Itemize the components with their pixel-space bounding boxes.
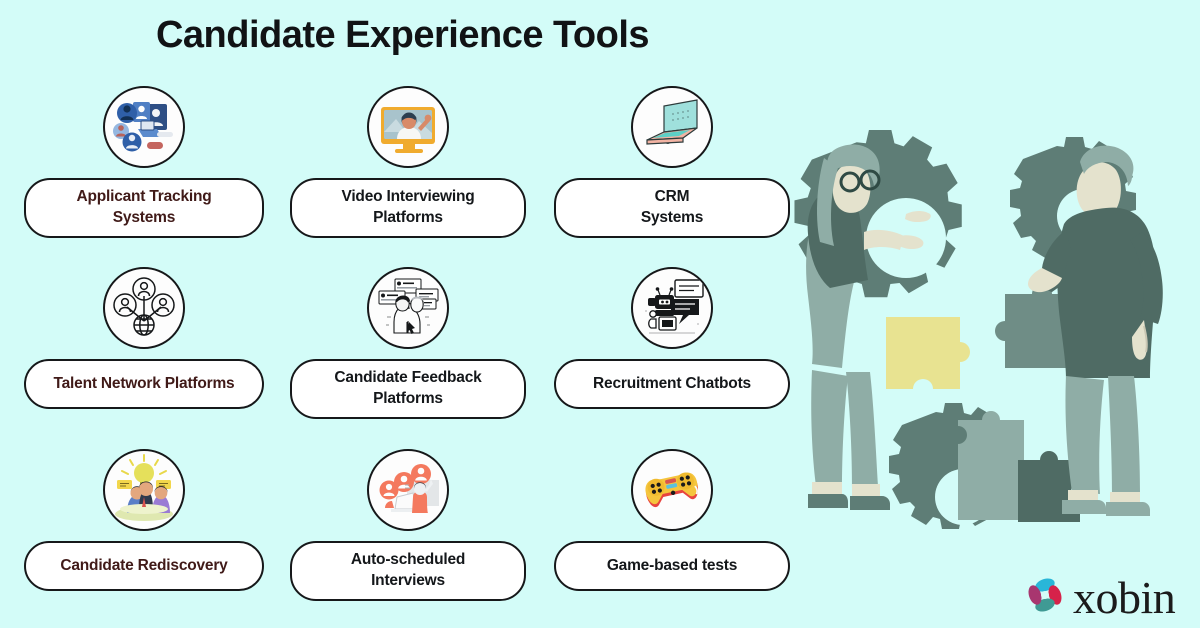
- tool-label: Recruitment Chatbots: [554, 359, 790, 409]
- tool-label-line2: Systems: [640, 208, 704, 226]
- tool-cell-game-based-tests[interactable]: Game-based tests: [540, 449, 804, 591]
- tool-label-line1: Video Interviewing: [341, 188, 475, 205]
- tool-label: Applicant Tracking Systems: [24, 178, 264, 238]
- page-title: Candidate Experience Tools: [155, 14, 650, 56]
- crm-laptop-icon: [631, 86, 713, 168]
- candidate-feedback-icon: [367, 267, 449, 349]
- tool-cell-candidate-rediscovery[interactable]: Candidate Rediscovery: [12, 449, 276, 591]
- game-based-tests-icon: [631, 449, 713, 531]
- tool-label: Auto-scheduled Interviews: [290, 541, 526, 601]
- tool-cell-recruitment-chatbots[interactable]: Recruitment Chatbots: [540, 267, 804, 409]
- tool-label-line1: Recruitment Chatbots: [593, 374, 751, 392]
- tool-label-line1: CRM: [654, 188, 690, 205]
- tool-label: Talent Network Platforms: [24, 359, 264, 409]
- tool-cell-crm-systems[interactable]: CRM Systems: [540, 86, 804, 238]
- tool-label-line2: Platforms: [373, 208, 443, 226]
- tool-label: Candidate Feedback Platforms: [290, 359, 526, 419]
- tool-cell-talent-network-platforms[interactable]: Talent Network Platforms: [12, 267, 276, 409]
- tool-label-line2: Platforms: [373, 389, 443, 407]
- tool-label: Game-based tests: [554, 541, 790, 591]
- tool-label: Candidate Rediscovery: [24, 541, 264, 591]
- tool-label: CRM Systems: [554, 178, 790, 238]
- tool-cell-candidate-feedback-platforms[interactable]: Candidate Feedback Platforms: [276, 267, 540, 419]
- tool-label-line2: Systems: [112, 208, 176, 226]
- xobin-pinwheel-mark: [1024, 574, 1066, 621]
- applicant-tracking-systems-icon: [103, 86, 185, 168]
- tool-label-line1: Auto-scheduled: [350, 551, 466, 568]
- recruitment-chatbot-icon: [631, 267, 713, 349]
- infographic-canvas: Candidate Experience Tools Applicant Tra…: [0, 0, 1200, 628]
- xobin-logo[interactable]: xobin: [1024, 571, 1176, 623]
- candidate-rediscovery-icon: [103, 449, 185, 531]
- video-interviewing-icon: [367, 86, 449, 168]
- tool-cell-video-interviewing-platforms[interactable]: Video Interviewing Platforms: [276, 86, 540, 238]
- tool-cell-applicant-tracking-systems[interactable]: Applicant Tracking Systems: [12, 86, 276, 238]
- tool-label-line1: Talent Network Platforms: [53, 374, 235, 392]
- tool-label-line1: Candidate Rediscovery: [60, 556, 228, 574]
- tool-cell-auto-scheduled-interviews[interactable]: Auto-scheduled Interviews: [276, 449, 540, 601]
- teamwork-puzzle-gears-illustration: [790, 120, 1200, 550]
- auto-scheduled-interviews-icon: [367, 449, 449, 531]
- tool-label-line1: Applicant Tracking: [76, 188, 212, 205]
- tool-label-line2: Interviews: [371, 571, 445, 589]
- tool-label: Video Interviewing Platforms: [290, 178, 526, 238]
- tools-grid: Applicant Tracking Systems Video Intervi…: [0, 86, 805, 626]
- talent-network-icon: [103, 267, 185, 349]
- tool-label-line1: Game-based tests: [606, 556, 738, 574]
- tool-label-line1: Candidate Feedback: [334, 369, 482, 386]
- xobin-wordmark: xobin: [1073, 571, 1176, 623]
